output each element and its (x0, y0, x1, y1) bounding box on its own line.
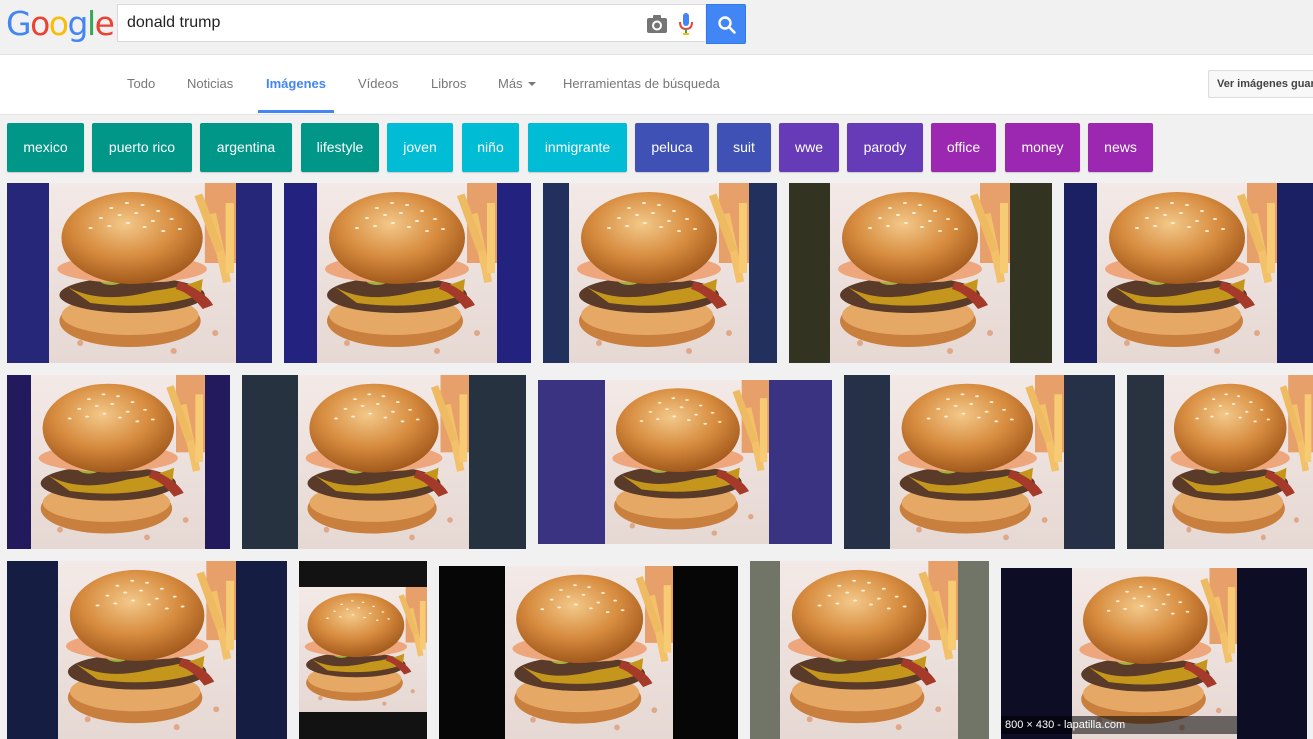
image-result[interactable] (789, 183, 1052, 363)
chip-wwe[interactable]: wwe (779, 123, 839, 172)
burger-thumbnail (605, 380, 769, 544)
chip-suit[interactable]: suit (717, 123, 771, 172)
burger-thumbnail (298, 375, 469, 549)
camera-icon[interactable] (646, 14, 668, 34)
image-result[interactable] (750, 561, 989, 739)
search-input[interactable] (127, 13, 627, 33)
burger-thumbnail (317, 183, 497, 363)
image-hover-caption: 800 × 430 - lapatilla.com (1001, 716, 1237, 734)
tab-libros[interactable]: Libros (431, 76, 466, 91)
logo-letter: l (86, 4, 96, 43)
chip-peluca[interactable]: peluca (635, 123, 709, 172)
burger-thumbnail (49, 183, 236, 363)
logo-letter: g (67, 4, 88, 43)
chip-niño[interactable]: niño (462, 123, 519, 172)
image-result[interactable] (299, 561, 427, 739)
search-icon (718, 16, 736, 34)
logo-letter: o (30, 4, 50, 43)
image-result[interactable] (1064, 183, 1313, 363)
chip-joven[interactable]: joven (387, 123, 453, 172)
related-searches-bar: mexico puerto rico argentina lifestyle joven… (0, 123, 1313, 172)
image-result[interactable] (1127, 375, 1313, 549)
chip-office[interactable]: office (931, 123, 996, 172)
burger-thumbnail (780, 561, 958, 739)
burger-thumbnail (569, 183, 749, 363)
image-result[interactable] (284, 183, 531, 363)
logo-letter: o (48, 4, 69, 43)
burger-thumbnail (31, 375, 205, 549)
burger-thumbnail (1072, 568, 1237, 739)
tab-mas-label: Más (498, 76, 523, 91)
burger-thumbnail (299, 587, 427, 712)
burger-thumbnail (1164, 375, 1313, 549)
tab-mas[interactable]: Más (498, 76, 536, 91)
burger-thumbnail (890, 375, 1064, 549)
tab-videos[interactable]: Vídeos (358, 76, 398, 91)
image-result[interactable] (538, 380, 832, 544)
image-result[interactable] (844, 375, 1115, 549)
google-logo[interactable]: Google (6, 4, 115, 44)
tab-imagenes[interactable]: Imágenes (266, 76, 326, 91)
burger-thumbnail (58, 561, 236, 739)
tab-noticias[interactable]: Noticias (187, 76, 233, 91)
search-tabs-bar: Todo Noticias Imágenes Vídeos Libros Más… (0, 55, 1313, 115)
tab-search-tools[interactable]: Herramientas de búsqueda (563, 76, 720, 91)
image-result[interactable] (439, 566, 738, 739)
active-tab-indicator (258, 110, 334, 113)
image-result[interactable] (7, 561, 287, 739)
saved-images-button[interactable]: Ver imágenes guardadas (1208, 70, 1313, 98)
chip-inmigrante[interactable]: inmigrante (528, 123, 627, 172)
chip-mexico[interactable]: mexico (7, 123, 84, 172)
chevron-down-icon (527, 81, 536, 86)
burger-thumbnail (505, 566, 673, 739)
search-box[interactable] (117, 4, 705, 42)
image-result[interactable] (1001, 568, 1307, 739)
burger-thumbnail (1097, 183, 1277, 363)
logo-letter: e (94, 4, 115, 43)
search-button[interactable] (706, 4, 746, 44)
microphone-icon[interactable] (678, 12, 694, 36)
image-result[interactable] (543, 183, 777, 363)
chip-argentina[interactable]: argentina (200, 123, 292, 172)
burger-thumbnail (830, 183, 1010, 363)
chip-money[interactable]: money (1005, 123, 1080, 172)
chip-puerto-rico[interactable]: puerto rico (92, 123, 192, 172)
tab-todo[interactable]: Todo (127, 76, 155, 91)
image-result[interactable] (7, 375, 230, 549)
logo-letter: G (6, 4, 32, 43)
chip-parody[interactable]: parody (847, 123, 923, 172)
chip-news[interactable]: news (1088, 123, 1153, 172)
image-result[interactable] (7, 183, 272, 363)
chip-lifestyle[interactable]: lifestyle (301, 123, 379, 172)
header-bar: Google (0, 0, 1313, 55)
image-result[interactable] (242, 375, 526, 549)
